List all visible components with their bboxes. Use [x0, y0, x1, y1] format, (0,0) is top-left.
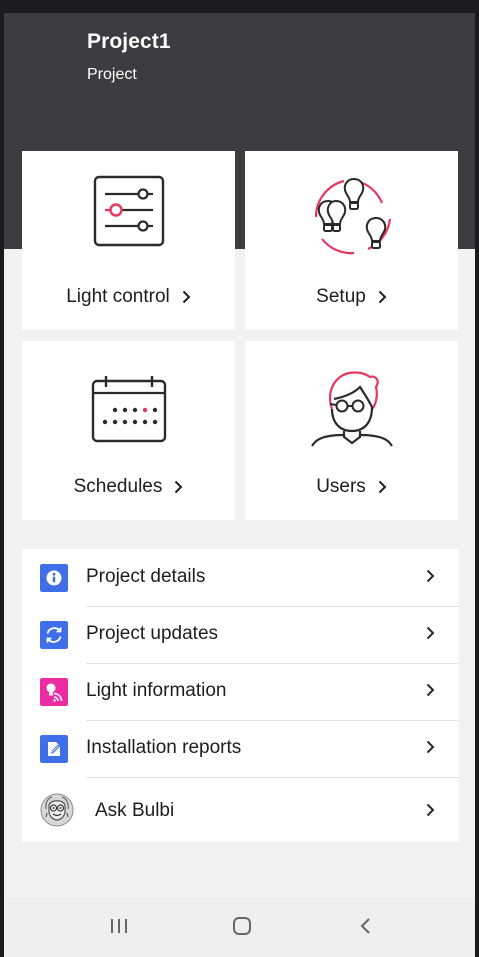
chevron-right-icon [426, 803, 435, 817]
tile-label: Users [245, 476, 458, 498]
menu-item-label: Project details [86, 566, 206, 587]
chevron-right-icon [175, 480, 183, 494]
sliders-icon [93, 175, 164, 247]
app-screen: Project1 Project Light control Setup Sch… [4, 13, 475, 957]
home-icon[interactable] [231, 915, 253, 937]
sync-icon [40, 621, 68, 649]
menu-item-installation-reports[interactable]: Installation reports [22, 720, 459, 777]
chevron-right-icon [378, 480, 387, 494]
bulbs-setup-icon [314, 177, 391, 255]
tile-light-control-label: Light control [66, 286, 170, 307]
tile-users[interactable]: Users [245, 341, 458, 520]
bulbi-avatar-icon [40, 793, 74, 827]
tile-schedules[interactable]: Schedules [22, 341, 235, 520]
report-edit-icon [40, 735, 68, 763]
chevron-right-icon [426, 683, 435, 697]
project-menu-list: Project details Project updates Light in… [22, 549, 459, 842]
user-icon [310, 371, 393, 447]
back-icon[interactable] [357, 915, 373, 937]
menu-item-project-updates[interactable]: Project updates [22, 606, 459, 663]
calendar-icon [91, 376, 166, 443]
tile-light-control[interactable]: Light control [22, 151, 235, 330]
tile-label: Schedules [22, 476, 235, 498]
recent-apps-icon[interactable] [109, 915, 129, 937]
info-icon [40, 564, 68, 592]
light-info-icon [40, 678, 68, 706]
project-title: Project1 [87, 30, 171, 53]
menu-item-project-details[interactable]: Project details [22, 549, 459, 606]
menu-item-label: Ask Bulbi [95, 800, 175, 821]
tile-setup-label: Setup [316, 286, 366, 307]
menu-item-light-information[interactable]: Light information [22, 663, 459, 720]
menu-item-label: Project updates [86, 623, 219, 644]
chevron-right-icon [182, 290, 191, 304]
menu-item-label: Light information [86, 680, 227, 701]
chevron-right-icon [426, 569, 435, 583]
project-subtitle: Project [87, 66, 137, 83]
tile-schedules-label: Schedules [73, 476, 163, 497]
chevron-right-icon [426, 626, 435, 640]
system-navigation-bar [4, 897, 475, 957]
tile-label: Setup [245, 286, 458, 308]
menu-item-ask-bulbi[interactable]: Ask Bulbi [22, 777, 459, 842]
tile-setup[interactable]: Setup [245, 151, 458, 330]
menu-item-label: Installation reports [86, 737, 242, 758]
tile-label: Light control [22, 286, 235, 308]
tile-users-label: Users [316, 476, 366, 497]
chevron-right-icon [378, 290, 387, 304]
chevron-right-icon [426, 740, 435, 754]
